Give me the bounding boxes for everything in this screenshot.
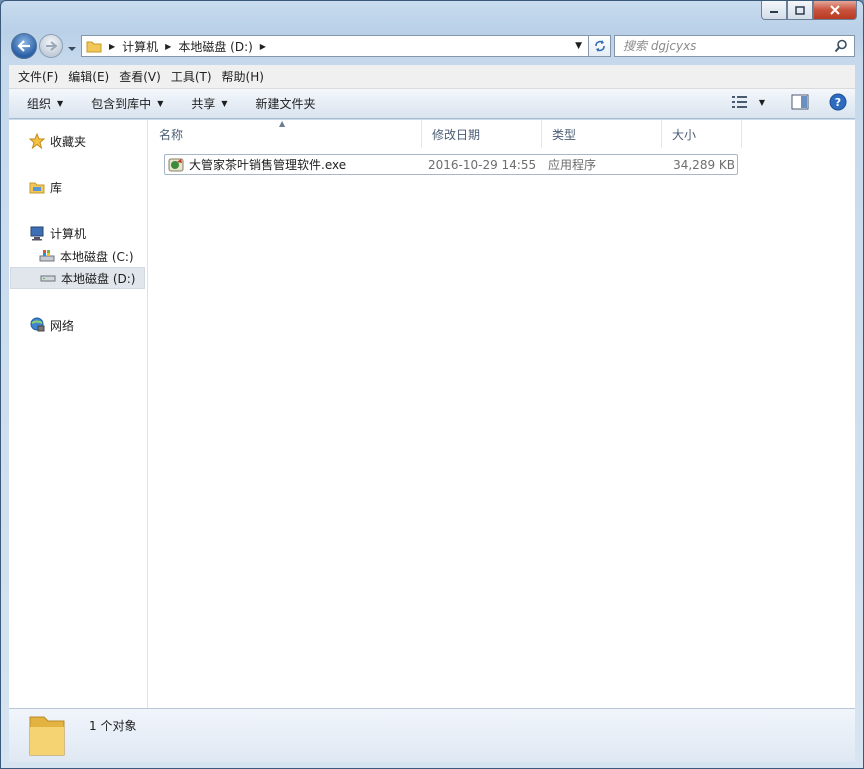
column-header-type[interactable]: 类型 [542,120,662,148]
search-icon[interactable] [834,39,848,53]
nav-label-network: 网络 [50,318,75,333]
include-in-library-label: 包含到库中 [91,97,152,111]
menu-tools[interactable]: 工具(T) [166,68,217,85]
close-icon [830,5,840,15]
nav-item-drive-d[interactable]: 本地磁盘 (D:) [10,267,145,289]
sort-ascending-icon: ▲ [279,119,286,128]
address-history-dropdown[interactable]: ▼ [575,41,582,51]
navigation-row: ▶ 计算机 ▶ 本地磁盘 (D:) ▶ ▼ [9,31,855,61]
share-label: 共享 [191,97,216,111]
svg-text:?: ? [835,96,841,109]
file-row[interactable]: 大管家茶叶销售管理软件.exe 2016-10-29 14:55 应用程序 34… [164,154,738,175]
forward-arrow-icon [46,41,57,51]
file-type: 应用程序 [548,158,597,172]
address-bar[interactable]: ▶ 计算机 ▶ 本地磁盘 (D:) ▶ ▼ [81,35,589,57]
breadcrumb-computer[interactable]: 计算机 [122,38,158,55]
folder-icon [29,716,65,756]
back-arrow-icon [17,40,30,52]
refresh-icon [594,40,605,52]
chevron-down-icon [68,47,76,51]
minimize-icon [770,11,778,13]
nav-label-libraries: 库 [50,180,63,195]
file-list-pane: ▲ 名称 修改日期 类型 大小 大管家茶叶销售管理软件.exe 2016-10-… [149,119,855,708]
caption-buttons [761,1,857,20]
menu-file[interactable]: 文件(F) [13,68,63,85]
column-name-label: 名称 [159,127,184,142]
network-icon [28,317,46,333]
change-view-button[interactable]: ▼ [731,95,765,109]
column-type-label: 类型 [552,127,577,142]
column-size-label: 大小 [672,127,697,142]
folder-icon [86,41,102,53]
breadcrumb: ▶ 计算机 ▶ 本地磁盘 (D:) ▶ [82,36,273,56]
search-input[interactable] [623,39,834,53]
breadcrumb-drive-d[interactable]: 本地磁盘 (D:) [178,38,252,55]
preview-pane-icon[interactable] [791,94,809,110]
drive-icon [39,270,57,286]
share-button[interactable]: 共享 ▼ [183,95,235,112]
new-folder-label: 新建文件夹 [255,97,316,111]
file-size: 34,289 KB [673,157,735,172]
toolbar-right-group: ▼ ? [731,93,847,111]
nav-item-computer[interactable]: 计算机 [9,222,147,244]
system-drive-icon [38,248,56,264]
close-button[interactable] [813,1,857,20]
chevron-down-icon: ▼ [157,99,164,108]
minimize-button[interactable] [761,1,787,20]
nav-item-libraries[interactable]: 库 [9,176,147,198]
new-folder-button[interactable]: 新建文件夹 [248,95,324,112]
maximize-icon [795,5,805,15]
menu-bar: 文件(F) 编辑(E) 查看(V) 工具(T) 帮助(H) [9,65,855,89]
column-headers: ▲ 名称 修改日期 类型 大小 [149,119,742,148]
organize-label: 组织 [27,97,52,111]
chevron-down-icon: ▼ [57,99,64,108]
organize-button[interactable]: 组织 ▼ [19,95,71,112]
file-name-cell: 大管家茶叶销售管理软件.exe [165,156,425,173]
status-item-count: 1 个对象 [89,719,137,733]
details-pane: 1 个对象 [9,708,855,762]
nav-item-drive-c[interactable]: 本地磁盘 (C:) [9,245,147,267]
application-icon [168,158,184,171]
search-box[interactable] [614,35,855,57]
recent-pages-dropdown[interactable] [67,41,77,55]
nav-label-computer: 计算机 [50,226,87,241]
nav-item-favorites[interactable]: 收藏夹 [9,130,147,152]
nav-label-favorites: 收藏夹 [50,134,87,149]
breadcrumb-separator-icon[interactable]: ▶ [158,42,178,51]
star-icon [28,133,46,149]
navigation-pane: 收藏夹 库 计算机 本地磁盘 (C:) 本地磁盘 (D:) 网络 [9,120,148,708]
maximize-button[interactable] [787,1,813,20]
chevron-down-icon: ▼ [758,97,765,107]
include-in-library-button[interactable]: 包含到库中 ▼ [83,95,171,112]
column-modified-label: 修改日期 [432,127,481,142]
refresh-button[interactable] [589,35,611,57]
chevron-down-icon: ▼ [221,99,228,108]
breadcrumb-separator-icon[interactable]: ▶ [253,42,273,51]
library-icon [28,179,46,195]
column-header-modified[interactable]: 修改日期 [422,120,542,148]
nav-label-drive-d: 本地磁盘 (D:) [61,271,136,286]
computer-icon [28,225,46,241]
nav-label-drive-c: 本地磁盘 (C:) [60,249,134,264]
menu-help[interactable]: 帮助(H) [217,68,269,85]
back-button[interactable] [11,33,37,59]
command-bar: 组织 ▼ 包含到库中 ▼ 共享 ▼ 新建文件夹 ▼ ? [9,89,855,119]
explorer-window: ▶ 计算机 ▶ 本地磁盘 (D:) ▶ ▼ 文件(F) 编辑(E) 查看(V) … [0,0,864,769]
help-icon[interactable]: ? [829,93,847,111]
breadcrumb-separator-icon[interactable]: ▶ [102,42,122,51]
menu-view[interactable]: 查看(V) [114,68,166,85]
content-area: 收藏夹 库 计算机 本地磁盘 (C:) 本地磁盘 (D:) 网络 ▲ 名称 修改… [9,119,855,708]
menu-edit[interactable]: 编辑(E) [63,68,114,85]
column-header-size[interactable]: 大小 [662,120,742,148]
column-header-name[interactable]: ▲ 名称 [149,119,422,148]
details-view-icon [731,96,747,108]
file-modified: 2016-10-29 14:55 [428,157,537,172]
forward-button[interactable] [39,34,63,58]
nav-item-network[interactable]: 网络 [9,314,147,336]
file-name: 大管家茶叶销售管理软件.exe [189,158,347,172]
